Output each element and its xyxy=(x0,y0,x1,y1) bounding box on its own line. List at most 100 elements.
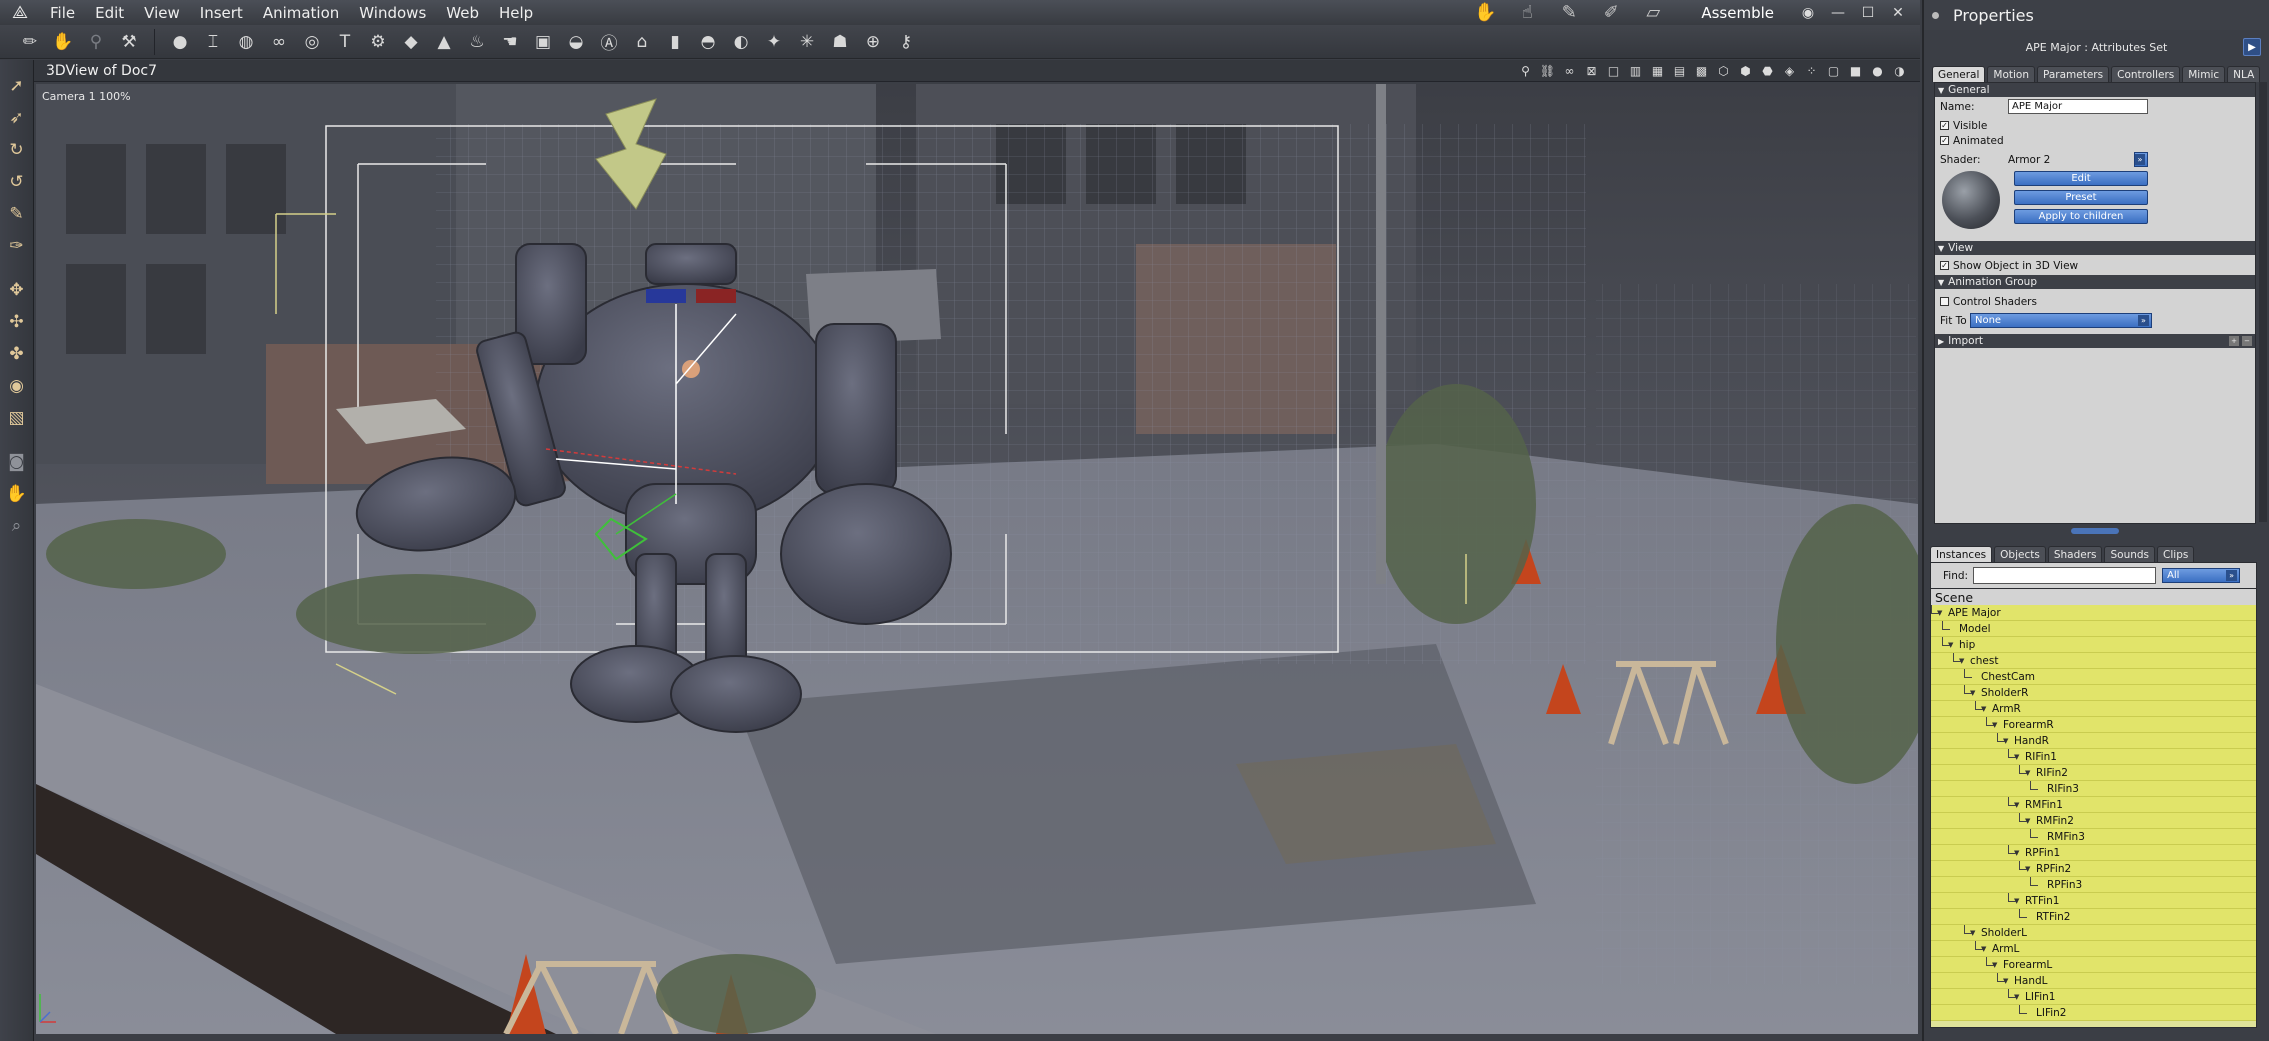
lamp-icon[interactable]: ♨ xyxy=(463,28,491,56)
tree-row[interactable]: ▼ ForearmL xyxy=(1931,957,2256,973)
tree-icon[interactable]: ✳ xyxy=(793,28,821,56)
wrench-icon[interactable]: ⚷ xyxy=(892,28,920,56)
figure-icon[interactable]: ☗ xyxy=(826,28,854,56)
sphere-tool-icon[interactable]: ◉ xyxy=(3,372,31,400)
tree-row[interactable]: ▼ chest xyxy=(1931,653,2256,669)
tree-row[interactable]: ▼ LIFin1 xyxy=(1931,989,2256,1005)
tab-clips[interactable]: Clips xyxy=(2157,546,2195,562)
section-view-header[interactable]: ▼ View xyxy=(1935,241,2255,255)
scene-render[interactable] xyxy=(36,84,1918,1034)
pencil-tool-icon[interactable]: ✎ xyxy=(3,200,31,228)
tree-row[interactable]: ChestCam xyxy=(1931,669,2256,685)
splitter-grip[interactable] xyxy=(2070,528,2119,534)
tab-objects[interactable]: Objects xyxy=(1994,546,2046,562)
pencil-icon[interactable]: ✐ xyxy=(1595,2,1627,23)
animated-checkbox[interactable]: ✓ xyxy=(1940,136,1949,145)
apply-to-children-button[interactable]: Apply to children xyxy=(2014,209,2148,224)
tree-row[interactable]: ▼ ArmL xyxy=(1931,941,2256,957)
layout-quad-icon[interactable]: ▦ xyxy=(1649,62,1666,79)
binoculars-icon[interactable]: ∞ xyxy=(1561,62,1578,79)
chain-icon[interactable]: ∞ xyxy=(265,28,293,56)
capsule-icon[interactable]: ▮ xyxy=(661,28,689,56)
tree-row[interactable]: Model xyxy=(1931,621,2256,637)
hammer-icon[interactable]: ⚒ xyxy=(115,28,143,56)
draw-icon[interactable]: ✏ xyxy=(16,28,44,56)
tree-row[interactable]: ▼ RTFin1 xyxy=(1931,893,2256,909)
find-input[interactable] xyxy=(1973,567,2157,584)
maximize-icon[interactable]: ☐ xyxy=(1858,3,1878,23)
cone-icon[interactable]: ▲ xyxy=(430,28,458,56)
tree-row[interactable]: RPFin3 xyxy=(1931,877,2256,893)
pose-icon[interactable]: ☝ xyxy=(1511,2,1543,23)
filter-dropdown[interactable]: All » xyxy=(2162,568,2241,583)
import-remove-icon[interactable]: − xyxy=(2242,336,2252,346)
tree-row[interactable]: ▼ ForearmR xyxy=(1931,717,2256,733)
tree-row[interactable]: ▼ RPFin1 xyxy=(1931,845,2256,861)
menu-web[interactable]: Web xyxy=(436,4,489,22)
menu-file[interactable]: File xyxy=(40,4,85,22)
layout-multi-icon[interactable]: ▩ xyxy=(1693,62,1710,79)
textured-sphere-icon[interactable]: ◑ xyxy=(1891,62,1908,79)
ruler-icon[interactable]: ▱ xyxy=(1637,2,1669,23)
select-filter-icon[interactable]: ⚲ xyxy=(1517,62,1534,79)
properties-scrollbar[interactable] xyxy=(2259,82,2267,522)
scale-icon[interactable]: ✣ xyxy=(3,308,31,336)
hand-icon[interactable]: ☚ xyxy=(496,28,524,56)
tab-nla[interactable]: NLA xyxy=(2227,66,2261,82)
tab-shaders[interactable]: Shaders xyxy=(2047,546,2103,562)
tree-row[interactable]: ▼ HandR xyxy=(1931,733,2256,749)
cube-icon[interactable]: ▣ xyxy=(529,28,557,56)
edit-button[interactable]: Edit xyxy=(2014,171,2148,186)
hand-icon[interactable]: ✋ xyxy=(1469,2,1501,23)
move-select-icon[interactable]: ➶ xyxy=(3,104,31,132)
shading-a-icon[interactable]: ⬡ xyxy=(1715,62,1732,79)
target-icon[interactable]: ⊕ xyxy=(859,28,887,56)
tree-row[interactable]: ▼ RMFin1 xyxy=(1931,797,2256,813)
menu-help[interactable]: Help xyxy=(489,4,543,22)
wire-box-icon[interactable]: ▢ xyxy=(1825,62,1842,79)
pot-icon[interactable]: ◓ xyxy=(694,28,722,56)
tree-row[interactable]: ▼ SholderR xyxy=(1931,685,2256,701)
meat-icon[interactable]: ◐ xyxy=(727,28,755,56)
visible-checkbox[interactable]: ✓ xyxy=(1940,121,1949,130)
tree-row[interactable]: ▼ RMFin2 xyxy=(1931,813,2256,829)
dish-icon[interactable]: ◒ xyxy=(562,28,590,56)
box-tool-icon[interactable]: ▧ xyxy=(3,404,31,432)
rotate-icon[interactable]: ↻ xyxy=(3,136,31,164)
menu-animation[interactable]: Animation xyxy=(253,4,349,22)
plane-icon[interactable]: ◆ xyxy=(397,28,425,56)
section-animation-group-header[interactable]: ▼ Animation Group xyxy=(1935,275,2255,289)
eye-icon[interactable]: ◉ xyxy=(1798,3,1818,23)
menu-insert[interactable]: Insert xyxy=(190,4,253,22)
minimize-icon[interactable]: — xyxy=(1828,3,1848,23)
tree-row[interactable]: ▼ ArmR xyxy=(1931,701,2256,717)
fit-to-dropdown[interactable]: None » xyxy=(1970,313,2152,328)
tree-row[interactable]: LIFin2 xyxy=(1931,1005,2256,1021)
section-import-header[interactable]: ▶ Import + − xyxy=(1935,334,2255,348)
tree-row[interactable]: ▼ RIFin2 xyxy=(1931,765,2256,781)
preset-button[interactable]: Preset xyxy=(2014,190,2148,205)
close-icon[interactable]: ✕ xyxy=(1888,3,1908,23)
globe-icon[interactable]: ◍ xyxy=(232,28,260,56)
tab-parameters[interactable]: Parameters xyxy=(2037,66,2110,82)
panel-splitter[interactable] xyxy=(1925,526,2264,536)
layout-split-icon[interactable]: ▥ xyxy=(1627,62,1644,79)
paint-icon[interactable]: ✑ xyxy=(3,232,31,260)
menu-view[interactable]: View xyxy=(134,4,190,22)
tree-row[interactable]: ▼ APE Major xyxy=(1931,605,2256,621)
tree-row[interactable]: RTFin2 xyxy=(1931,909,2256,925)
shading-c-icon[interactable]: ⬣ xyxy=(1759,62,1776,79)
show-object-checkbox[interactable]: ✓ xyxy=(1940,261,1949,270)
tab-motion[interactable]: Motion xyxy=(1987,66,2035,82)
shading-b-icon[interactable]: ⬢ xyxy=(1737,62,1754,79)
ring-icon[interactable]: ◎ xyxy=(298,28,326,56)
section-general-header[interactable]: ▼ General xyxy=(1935,83,2255,97)
gear-icon[interactable]: ⚙ xyxy=(364,28,392,56)
tree-row[interactable]: ▼ RPFin2 xyxy=(1931,861,2256,877)
layout-single-icon[interactable]: □ xyxy=(1605,62,1622,79)
hide-icon[interactable]: ⊠ xyxy=(1583,62,1600,79)
brush-icon[interactable]: ✎ xyxy=(1553,2,1585,23)
tree-row[interactable]: ▼ RIFin1 xyxy=(1931,749,2256,765)
pin-disabled-icon[interactable]: ⚲ xyxy=(82,28,110,56)
panel-menu-icon[interactable] xyxy=(1932,11,1939,19)
